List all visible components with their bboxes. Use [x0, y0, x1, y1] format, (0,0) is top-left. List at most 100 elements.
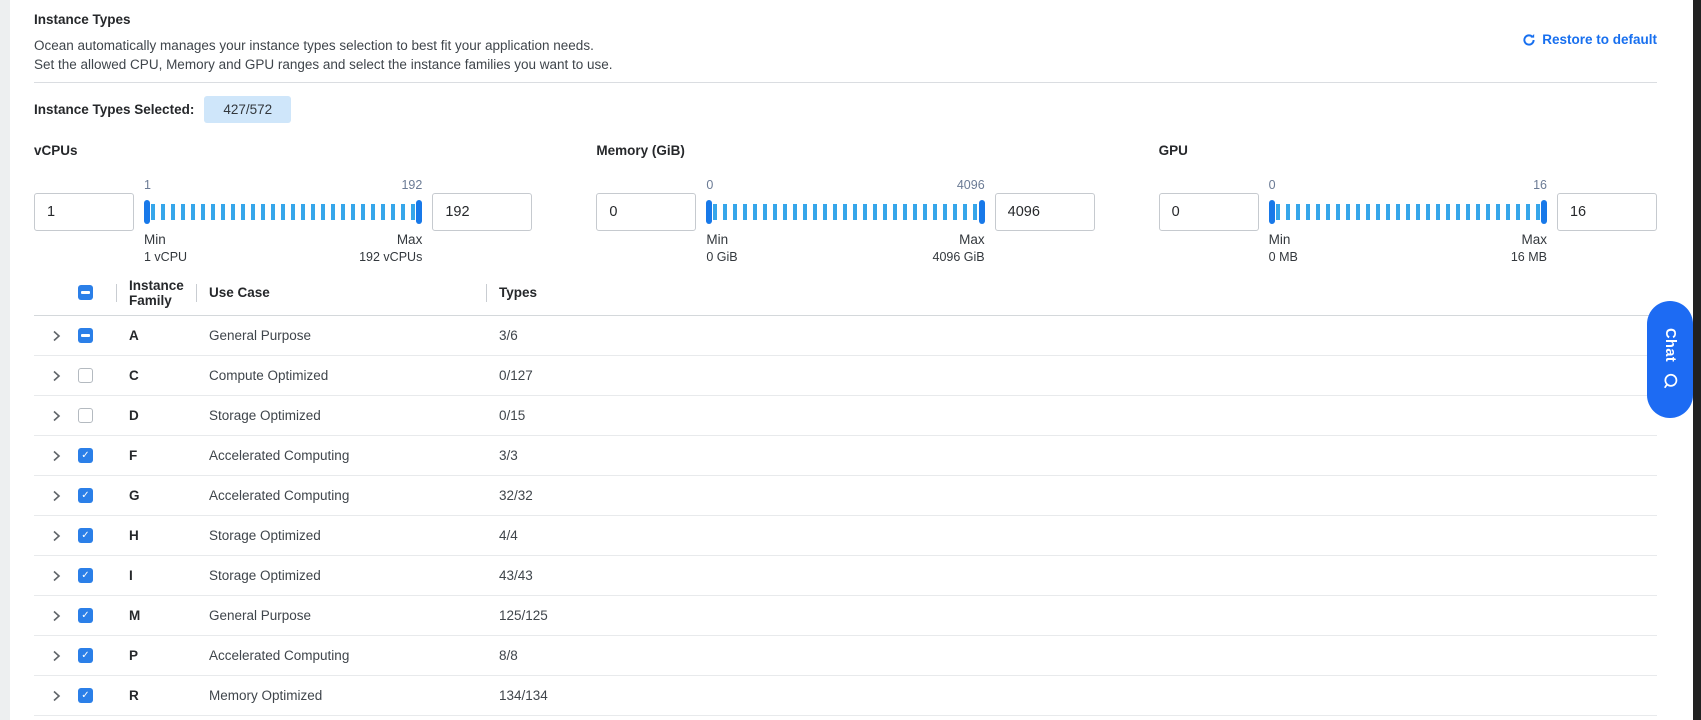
- description-line-2: Set the allowed CPU, Memory and GPU rang…: [34, 55, 1657, 74]
- vcpus-slider-ticks: [151, 204, 415, 220]
- chat-button[interactable]: Chat: [1647, 301, 1693, 418]
- vcpus-slider-track: [144, 200, 422, 224]
- gpu-slider-group: GPU 0 16 Min 0 M: [1159, 143, 1657, 264]
- row-use-case: Storage Optimized: [196, 528, 486, 543]
- chevron-right-icon: [50, 370, 62, 382]
- panel-header: Instance Types Ocean automatically manag…: [34, 0, 1657, 83]
- restore-to-default-button[interactable]: Restore to default: [1522, 32, 1657, 47]
- table-row: G Accelerated Computing 32/32: [34, 476, 1657, 516]
- row-use-case: General Purpose: [196, 608, 486, 623]
- expand-row-button[interactable]: [34, 530, 78, 542]
- vcpus-min-input[interactable]: [34, 193, 134, 231]
- gpu-max-sublabel: 16 MB: [1511, 250, 1547, 264]
- memory-slider-ticks: [713, 204, 977, 220]
- row-family: D: [116, 408, 196, 423]
- vcpus-max-sublabel: 192 vCPUs: [359, 250, 422, 264]
- row-family: F: [116, 448, 196, 463]
- row-checkbox[interactable]: [78, 368, 93, 383]
- gpu-label: GPU: [1159, 143, 1657, 158]
- chevron-right-icon: [50, 450, 62, 462]
- expand-row-button[interactable]: [34, 330, 78, 342]
- row-types: 125/125: [486, 608, 1657, 623]
- gpu-min-caption: Min: [1269, 232, 1298, 247]
- row-use-case: Accelerated Computing: [196, 648, 486, 663]
- gpu-min-tick-label: 0: [1269, 178, 1276, 196]
- left-gutter: [0, 0, 10, 720]
- memory-slider: 0 4096 Min 0 GiB Max: [706, 178, 984, 264]
- row-checkbox[interactable]: [78, 568, 93, 583]
- vcpus-min-tick-label: 1: [144, 178, 151, 196]
- vcpus-max-input[interactable]: [432, 193, 532, 231]
- expand-row-button[interactable]: [34, 570, 78, 582]
- vcpus-slider-max-handle[interactable]: [416, 200, 422, 224]
- vcpus-slider: 1 192 Min 1 vCPU Max: [144, 178, 422, 264]
- row-use-case: Accelerated Computing: [196, 488, 486, 503]
- expand-row-button[interactable]: [34, 650, 78, 662]
- selected-count-badge: 427/572: [204, 96, 291, 123]
- memory-min-input[interactable]: [596, 193, 696, 231]
- memory-slider-max-handle[interactable]: [979, 200, 985, 224]
- row-family: R: [116, 688, 196, 703]
- row-checkbox[interactable]: [78, 408, 93, 423]
- gpu-slider-ticks: [1276, 204, 1540, 220]
- chevron-right-icon: [50, 650, 62, 662]
- row-types: 0/15: [486, 408, 1657, 423]
- chevron-right-icon: [50, 530, 62, 542]
- gpu-slider: 0 16 Min 0 MB Max: [1269, 178, 1547, 264]
- row-use-case: Memory Optimized: [196, 688, 486, 703]
- row-family: I: [116, 568, 196, 583]
- expand-row-button[interactable]: [34, 610, 78, 622]
- row-types: 3/6: [486, 328, 1657, 343]
- gpu-slider-track: [1269, 200, 1547, 224]
- vcpus-min-sublabel: 1 vCPU: [144, 250, 187, 264]
- selected-count-label: Instance Types Selected:: [34, 102, 194, 117]
- row-family: A: [116, 328, 196, 343]
- chevron-right-icon: [50, 610, 62, 622]
- memory-max-input[interactable]: [995, 193, 1095, 231]
- chevron-right-icon: [50, 410, 62, 422]
- table-row: A General Purpose 3/6: [34, 316, 1657, 356]
- gpu-slider-max-handle[interactable]: [1541, 200, 1547, 224]
- memory-max-tick-label: 4096: [957, 178, 985, 196]
- table-row: C Compute Optimized 0/127: [34, 356, 1657, 396]
- memory-slider-group: Memory (GiB) 0 4096 Min: [596, 143, 1094, 264]
- vcpus-max-tick-label: 192: [401, 178, 422, 196]
- expand-row-button[interactable]: [34, 410, 78, 422]
- row-checkbox[interactable]: [78, 528, 93, 543]
- row-types: 32/32: [486, 488, 1657, 503]
- row-checkbox[interactable]: [78, 448, 93, 463]
- range-sliders-row: vCPUs 1 192 Min: [34, 143, 1657, 264]
- row-use-case: Storage Optimized: [196, 408, 486, 423]
- row-checkbox[interactable]: [78, 488, 93, 503]
- expand-row-button[interactable]: [34, 450, 78, 462]
- gpu-slider-min-handle[interactable]: [1269, 200, 1275, 224]
- select-all-checkbox[interactable]: [78, 285, 93, 300]
- vcpus-slider-min-handle[interactable]: [144, 200, 150, 224]
- gpu-min-input[interactable]: [1159, 193, 1259, 231]
- row-checkbox[interactable]: [78, 648, 93, 663]
- instance-types-panel: Instance Types Ocean automatically manag…: [10, 0, 1693, 720]
- memory-min-sublabel: 0 GiB: [706, 250, 737, 264]
- expand-row-button[interactable]: [34, 490, 78, 502]
- memory-max-sublabel: 4096 GiB: [933, 250, 985, 264]
- chevron-right-icon: [50, 490, 62, 502]
- gpu-max-caption: Max: [1511, 232, 1547, 247]
- expand-row-button[interactable]: [34, 370, 78, 382]
- vcpus-slider-group: vCPUs 1 192 Min: [34, 143, 532, 264]
- description-line-1: Ocean automatically manages your instanc…: [34, 36, 1657, 55]
- memory-slider-min-handle[interactable]: [706, 200, 712, 224]
- row-family: G: [116, 488, 196, 503]
- row-types: 8/8: [486, 648, 1657, 663]
- memory-min-tick-label: 0: [706, 178, 713, 196]
- gpu-max-input[interactable]: [1557, 193, 1657, 231]
- table-row: H Storage Optimized 4/4: [34, 516, 1657, 556]
- instance-family-table: Instance Family Use Case Types A General…: [34, 270, 1657, 716]
- row-checkbox[interactable]: [78, 328, 93, 343]
- refresh-icon: [1522, 33, 1536, 47]
- row-use-case: Compute Optimized: [196, 368, 486, 383]
- chevron-right-icon: [50, 570, 62, 582]
- memory-max-caption: Max: [933, 232, 985, 247]
- row-checkbox[interactable]: [78, 688, 93, 703]
- row-checkbox[interactable]: [78, 608, 93, 623]
- expand-row-button[interactable]: [34, 690, 78, 702]
